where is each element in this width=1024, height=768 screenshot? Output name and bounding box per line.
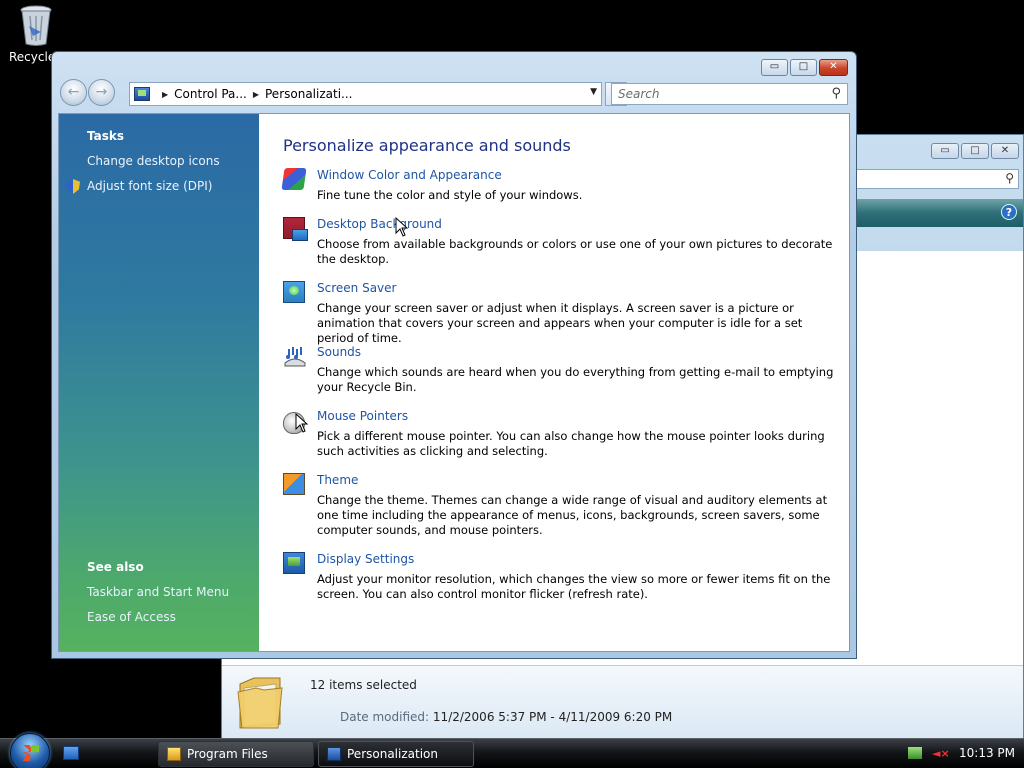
change-desktop-icons-link[interactable]: Change desktop icons: [87, 154, 220, 168]
close-button[interactable]: ✕: [991, 143, 1019, 159]
forward-button[interactable]: →: [88, 79, 115, 106]
address-bar[interactable]: ▶ Control Pa... ▶ Personalizati... ▼: [129, 82, 602, 106]
search-input[interactable]: ⚲: [849, 169, 1019, 189]
window-color-link[interactable]: Window Color and Appearance: [317, 168, 502, 182]
selection-count: 12 items selected: [310, 678, 417, 692]
network-icon[interactable]: [908, 747, 922, 759]
minimize-button[interactable]: ▭: [761, 59, 788, 76]
taskbar-button-label: Personalization: [347, 747, 438, 761]
back-button[interactable]: ←: [60, 79, 87, 106]
taskbar-start-menu-link[interactable]: Taskbar and Start Menu: [87, 585, 229, 599]
personalization-window[interactable]: ▭ □ ✕ ← → ▶ Control Pa... ▶ Personalizat…: [51, 51, 857, 659]
date-modified-label: Date modified:: [340, 710, 430, 724]
volume-muted-icon[interactable]: ◄×: [932, 747, 950, 760]
mouse-pointers-link[interactable]: Mouse Pointers: [317, 409, 408, 423]
details-pane: 12 items selected Date modified: 11/2/20…: [222, 665, 1023, 739]
back-arrow-icon: ←: [67, 84, 80, 100]
clock[interactable]: 10:13 PM: [959, 746, 1015, 760]
sounds-icon: [283, 345, 306, 367]
date-modified-value: 11/2/2006 5:37 PM - 4/11/2009 6:20 PM: [432, 710, 673, 724]
control-panel-icon: [134, 87, 150, 101]
show-desktop-icon[interactable]: [63, 746, 79, 760]
display-settings-icon: [283, 552, 305, 574]
folder-icon: [167, 747, 181, 761]
sounds-desc: Change which sounds are heard when you d…: [317, 365, 834, 394]
ease-of-access-link[interactable]: Ease of Access: [87, 610, 176, 624]
maximize-button[interactable]: □: [790, 59, 817, 76]
page-title: Personalize appearance and sounds: [283, 136, 571, 155]
desktop-background-link[interactable]: Desktop Background: [317, 217, 442, 231]
desktop-background-icon: [283, 217, 308, 241]
breadcrumb-separator-icon[interactable]: ▶: [253, 90, 259, 99]
window-color-desc: Fine tune the color and style of your wi…: [317, 188, 583, 202]
mouse-cursor-icon: [395, 217, 409, 237]
tasks-heading: Tasks: [87, 129, 125, 143]
content-frame: Tasks Change desktop icons Adjust font s…: [58, 113, 850, 652]
taskbar: Program Files Personalization ◄× 10:13 P…: [0, 733, 1024, 768]
search-input[interactable]: Search ⚲: [611, 83, 848, 105]
display-settings-link[interactable]: Display Settings: [317, 552, 414, 566]
screen-saver-icon: [283, 281, 305, 303]
theme-icon: [283, 473, 305, 495]
start-button[interactable]: [10, 733, 50, 768]
task-pane: Tasks Change desktop icons Adjust font s…: [59, 114, 259, 651]
search-icon[interactable]: ⚲: [1005, 171, 1014, 185]
close-button[interactable]: ✕: [819, 59, 848, 76]
address-dropdown-icon[interactable]: ▼: [590, 87, 597, 97]
screen-saver-desc: Change your screen saver or adjust when …: [317, 301, 803, 345]
window-color-icon: [281, 168, 307, 190]
control-panel-icon: [327, 747, 341, 761]
theme-link[interactable]: Theme: [317, 473, 358, 487]
taskbar-button-program-files[interactable]: Program Files: [158, 741, 314, 767]
recycle-bin-icon: [19, 4, 53, 46]
maximize-button[interactable]: □: [961, 143, 989, 159]
help-icon[interactable]: ?: [1001, 204, 1017, 220]
desktop-background-desc: Choose from available backgrounds or col…: [317, 237, 833, 266]
search-placeholder: Search: [618, 87, 660, 101]
mouse-cursor-icon: [295, 413, 309, 433]
see-also-heading: See also: [87, 560, 144, 574]
taskbar-button-label: Program Files: [187, 747, 268, 761]
breadcrumb-control-panel[interactable]: Control Pa...: [174, 87, 247, 101]
taskbar-button-personalization[interactable]: Personalization: [318, 741, 474, 767]
breadcrumb-separator-icon[interactable]: ▶: [162, 90, 168, 99]
forward-arrow-icon: →: [95, 84, 108, 100]
date-modified: Date modified: 11/2/2006 5:37 PM - 4/11/…: [340, 710, 672, 724]
folder-icon: [236, 674, 284, 730]
mouse-pointers-desc: Pick a different mouse pointer. You can …: [317, 429, 825, 458]
notification-area: ◄× 10:13 PM: [902, 739, 1024, 768]
uac-shield-icon: [66, 179, 80, 194]
theme-desc: Change the theme. Themes can change a wi…: [317, 493, 828, 537]
display-settings-desc: Adjust your monitor resolution, which ch…: [317, 572, 831, 601]
adjust-font-size-link[interactable]: Adjust font size (DPI): [87, 179, 212, 193]
sounds-link[interactable]: Sounds: [317, 345, 361, 359]
breadcrumb-personalization[interactable]: Personalizati...: [265, 87, 352, 101]
search-icon[interactable]: ⚲: [831, 86, 841, 101]
minimize-button[interactable]: ▭: [931, 143, 959, 159]
screen-saver-link[interactable]: Screen Saver: [317, 281, 396, 295]
